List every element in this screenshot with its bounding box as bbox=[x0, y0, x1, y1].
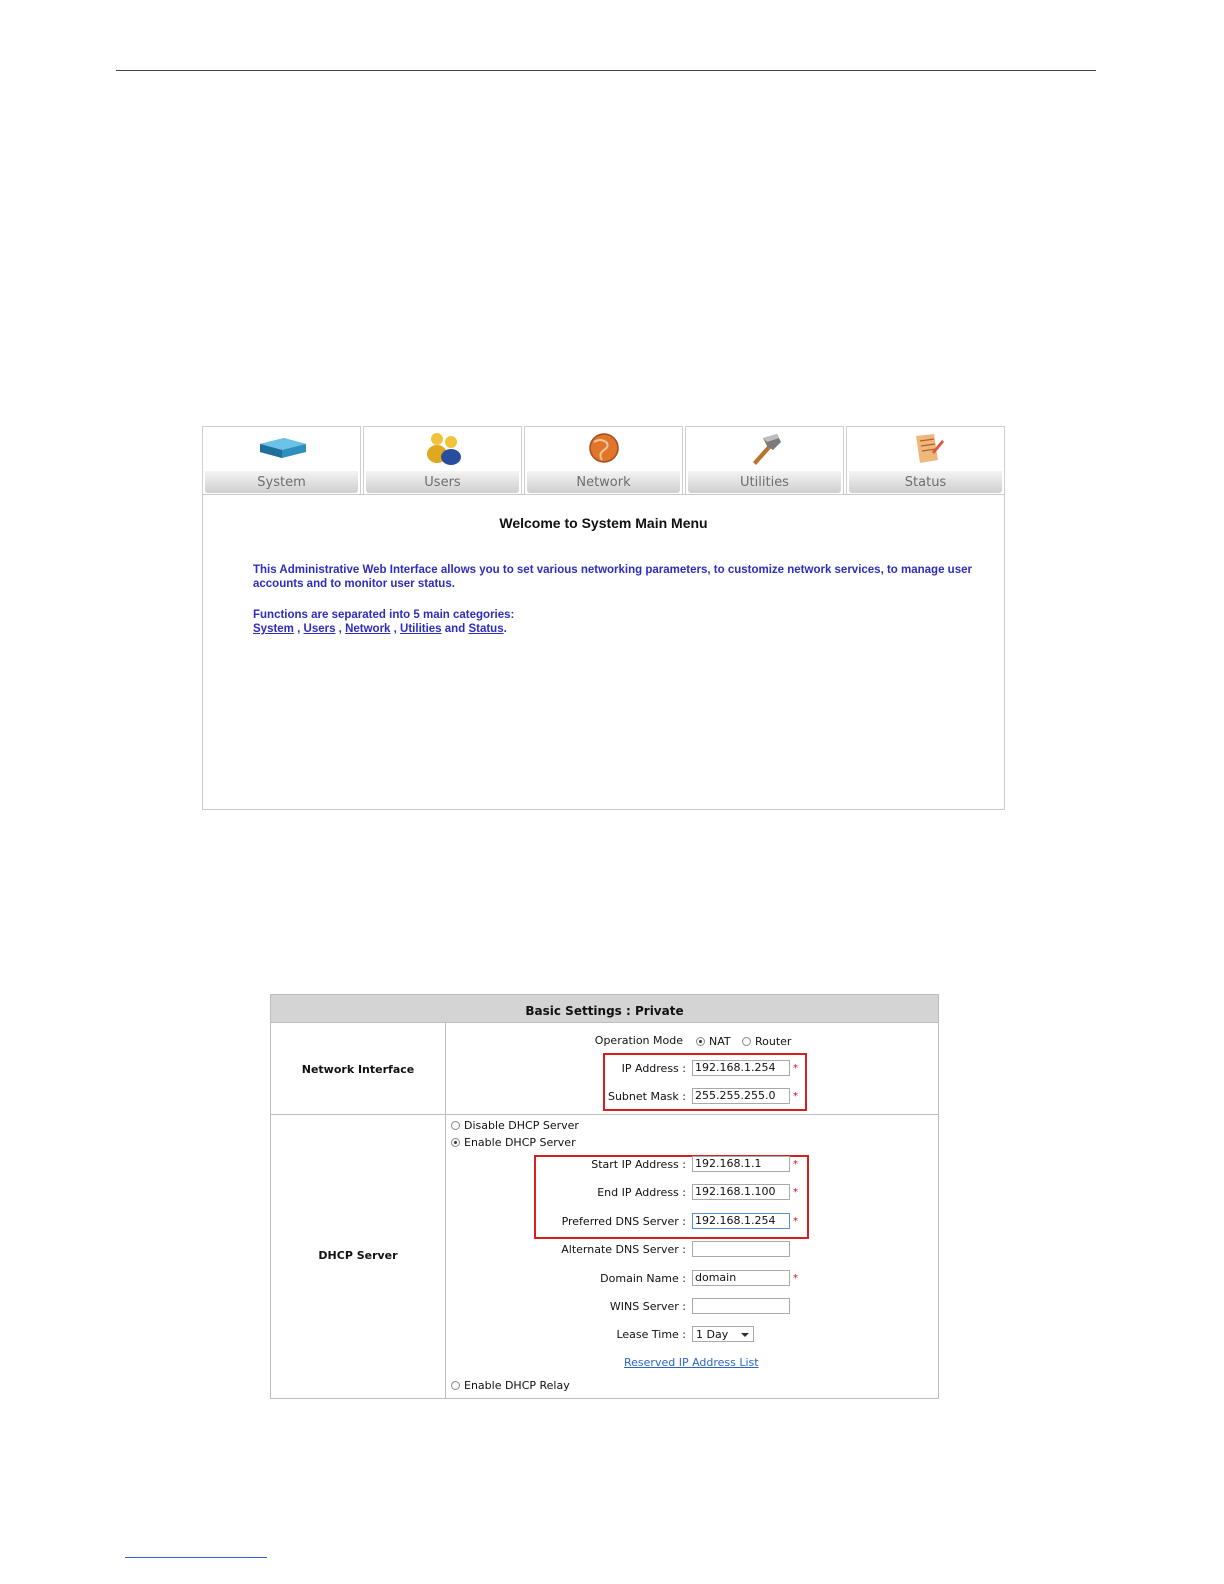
domain-name-label: Domain Name : bbox=[600, 1272, 686, 1285]
link-status[interactable]: Status bbox=[468, 623, 503, 635]
system-main-menu: System Users Network Utilities Status We… bbox=[202, 426, 1005, 810]
link-network[interactable]: Network bbox=[345, 623, 390, 635]
required-mark: * bbox=[793, 1216, 798, 1227]
alternate-dns-input[interactable] bbox=[692, 1241, 790, 1257]
disable-dhcp-label: Disable DHCP Server bbox=[464, 1119, 579, 1132]
subnet-mask-label: Subnet Mask : bbox=[607, 1090, 686, 1103]
lease-time-select[interactable]: 1 Day bbox=[692, 1326, 754, 1342]
reserved-ip-list-link[interactable]: Reserved IP Address List bbox=[624, 1356, 759, 1369]
enable-dhcp-relay-radio[interactable] bbox=[451, 1381, 460, 1390]
main-menu-tabs: System Users Network Utilities Status bbox=[202, 426, 1005, 496]
period: . bbox=[503, 623, 507, 635]
dhcp-server-row: DHCP Server Disable DHCP Server Enable D… bbox=[271, 1115, 938, 1398]
tab-utilities[interactable]: Utilities bbox=[685, 426, 844, 495]
lease-time-value: 1 Day bbox=[696, 1328, 729, 1341]
link-users[interactable]: Users bbox=[304, 623, 336, 635]
start-ip-label: Start IP Address : bbox=[591, 1158, 686, 1171]
router-icon bbox=[259, 438, 306, 458]
tab-status-label: Status bbox=[904, 475, 947, 490]
tab-status[interactable]: Status bbox=[846, 426, 1005, 495]
preferred-dns-label: Preferred DNS Server : bbox=[561, 1215, 686, 1228]
router-radio[interactable] bbox=[742, 1037, 751, 1046]
page-header-rule bbox=[116, 70, 1096, 71]
router-radio-label: Router bbox=[755, 1035, 792, 1048]
wins-server-label: WINS Server : bbox=[609, 1300, 686, 1313]
required-mark: * bbox=[793, 1091, 798, 1102]
required-mark: * bbox=[793, 1159, 798, 1170]
operation-mode-label: Operation Mode bbox=[594, 1034, 683, 1047]
chevron-down-icon bbox=[741, 1333, 749, 1337]
tab-network[interactable]: Network bbox=[524, 426, 683, 495]
basic-settings-private: Basic Settings : Private Network Interfa… bbox=[270, 994, 939, 1399]
welcome-intro: This Administrative Web Interface allows… bbox=[253, 564, 972, 590]
functions-text: Functions are separated into 5 main cate… bbox=[253, 609, 515, 621]
tab-users-label: Users bbox=[424, 475, 461, 490]
comma-sep: , bbox=[293, 623, 304, 635]
subnet-mask-input[interactable] bbox=[692, 1088, 790, 1104]
start-ip-input[interactable] bbox=[692, 1156, 790, 1172]
network-interface-label: Network Interface bbox=[301, 1063, 415, 1076]
alternate-dns-label: Alternate DNS Server : bbox=[561, 1243, 686, 1256]
preferred-dns-input[interactable] bbox=[692, 1213, 790, 1229]
nat-radio-label: NAT bbox=[709, 1035, 731, 1048]
wins-server-input[interactable] bbox=[692, 1298, 790, 1314]
enable-dhcp-label: Enable DHCP Server bbox=[464, 1136, 576, 1149]
tab-network-label: Network bbox=[576, 475, 631, 490]
tab-utilities-label: Utilities bbox=[740, 475, 789, 490]
end-ip-label: End IP Address : bbox=[597, 1186, 686, 1199]
nat-radio[interactable] bbox=[696, 1037, 705, 1046]
disable-dhcp-radio[interactable] bbox=[451, 1121, 460, 1130]
notepad-icon bbox=[915, 434, 944, 463]
comma-sep: , bbox=[390, 623, 401, 635]
comma-sep: , bbox=[335, 623, 346, 635]
users-icon bbox=[426, 433, 461, 465]
tab-system[interactable]: System bbox=[202, 426, 361, 495]
ip-address-input[interactable] bbox=[692, 1060, 790, 1076]
tab-users[interactable]: Users bbox=[363, 426, 522, 495]
ip-address-label: IP Address : bbox=[621, 1062, 686, 1075]
hammer-icon bbox=[752, 434, 781, 465]
category-links: System , Users , Network , Utilities and… bbox=[253, 622, 973, 636]
lease-time-label: Lease Time : bbox=[616, 1328, 686, 1341]
welcome-panel: Welcome to System Main Menu This Adminis… bbox=[202, 494, 1005, 810]
settings-header: Basic Settings : Private bbox=[271, 995, 938, 1023]
end-ip-input[interactable] bbox=[692, 1184, 790, 1200]
globe-icon bbox=[588, 433, 619, 463]
domain-name-input[interactable] bbox=[692, 1270, 790, 1286]
required-mark: * bbox=[793, 1187, 798, 1198]
enable-dhcp-relay-label: Enable DHCP Relay bbox=[464, 1379, 570, 1392]
link-utilities[interactable]: Utilities bbox=[400, 623, 442, 635]
network-interface-row: Network Interface Operation Mode NAT Rou… bbox=[271, 1023, 938, 1115]
required-mark: * bbox=[793, 1063, 798, 1074]
dhcp-server-label: DHCP Server bbox=[318, 1249, 398, 1262]
tab-system-label: System bbox=[257, 475, 306, 490]
link-system[interactable]: System bbox=[253, 623, 294, 635]
enable-dhcp-radio[interactable] bbox=[451, 1138, 460, 1147]
footer-link-underline bbox=[125, 1557, 267, 1558]
and-sep: and bbox=[441, 623, 469, 635]
required-mark: * bbox=[793, 1273, 798, 1284]
welcome-title: Welcome to System Main Menu bbox=[499, 515, 708, 531]
